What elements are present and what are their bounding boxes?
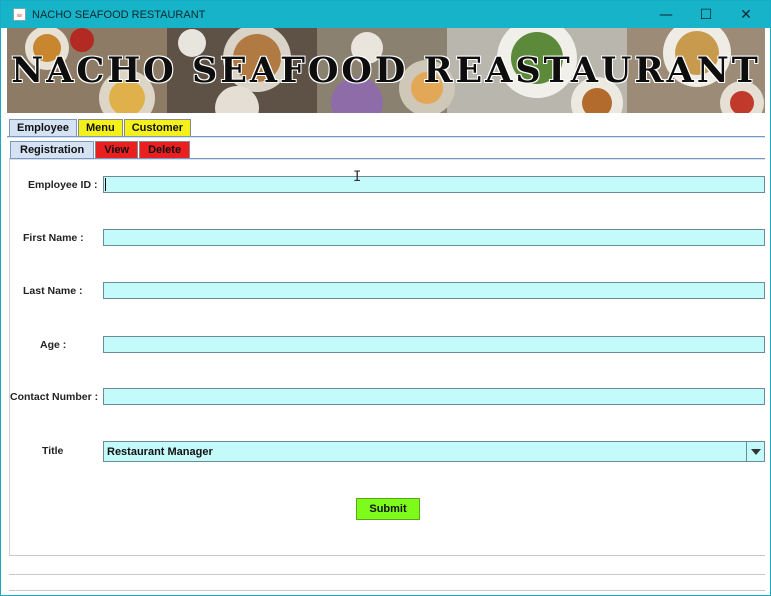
sub-tabs: Registration View Delete	[10, 141, 191, 158]
tab-registration[interactable]: Registration	[10, 141, 95, 158]
close-button[interactable]: ✕	[726, 1, 766, 28]
first-name-input[interactable]	[103, 229, 765, 246]
text-caret	[105, 178, 106, 191]
main-tab-divider	[7, 136, 765, 138]
tab-menu[interactable]: Menu	[77, 119, 123, 136]
banner-title: NACHO SEAFOOD REASTAURANT	[11, 50, 761, 91]
title-bar[interactable]: ☕ NACHO SEAFOOD RESTAURANT — ☐ ✕	[1, 1, 770, 28]
last-name-label: Last Name :	[23, 285, 83, 297]
app-window: ☕ NACHO SEAFOOD RESTAURANT — ☐ ✕ NACHO S…	[0, 0, 771, 596]
header-banner: NACHO SEAFOOD REASTAURANT	[7, 28, 765, 113]
minimize-button[interactable]: —	[646, 1, 686, 28]
submit-button[interactable]: Submit	[356, 498, 420, 520]
contact-number-input[interactable]	[103, 388, 765, 405]
dropdown-button[interactable]	[746, 442, 764, 461]
minimize-icon: —	[659, 6, 673, 23]
maximize-button[interactable]: ☐	[686, 1, 726, 28]
age-label: Age :	[40, 339, 67, 351]
chevron-down-icon	[750, 448, 761, 455]
tab-view[interactable]: View	[95, 141, 139, 158]
employee-id-input[interactable]	[103, 176, 765, 193]
title-selected-value: Restaurant Manager	[107, 445, 213, 458]
status-divider	[9, 590, 765, 591]
last-name-input[interactable]	[103, 282, 765, 299]
status-divider	[9, 574, 765, 575]
registration-panel	[9, 158, 765, 555]
status-divider	[9, 555, 765, 556]
text-cursor-icon: I	[353, 169, 362, 185]
close-icon: ✕	[740, 6, 752, 23]
main-tabs: Employee Menu Customer	[9, 119, 192, 136]
tab-employee[interactable]: Employee	[9, 119, 77, 136]
tab-customer[interactable]: Customer	[123, 119, 192, 136]
contact-number-label: Contact Number :	[10, 391, 99, 403]
first-name-label: First Name :	[23, 232, 84, 244]
tab-delete[interactable]: Delete	[139, 141, 191, 158]
age-input[interactable]	[103, 336, 765, 353]
maximize-icon: ☐	[699, 6, 713, 23]
java-app-icon: ☕	[13, 8, 26, 21]
employee-id-label: Employee ID :	[28, 179, 98, 191]
title-label: Title	[42, 445, 64, 457]
window-title: NACHO SEAFOOD RESTAURANT	[32, 8, 206, 21]
title-dropdown[interactable]: Restaurant Manager	[103, 441, 765, 462]
